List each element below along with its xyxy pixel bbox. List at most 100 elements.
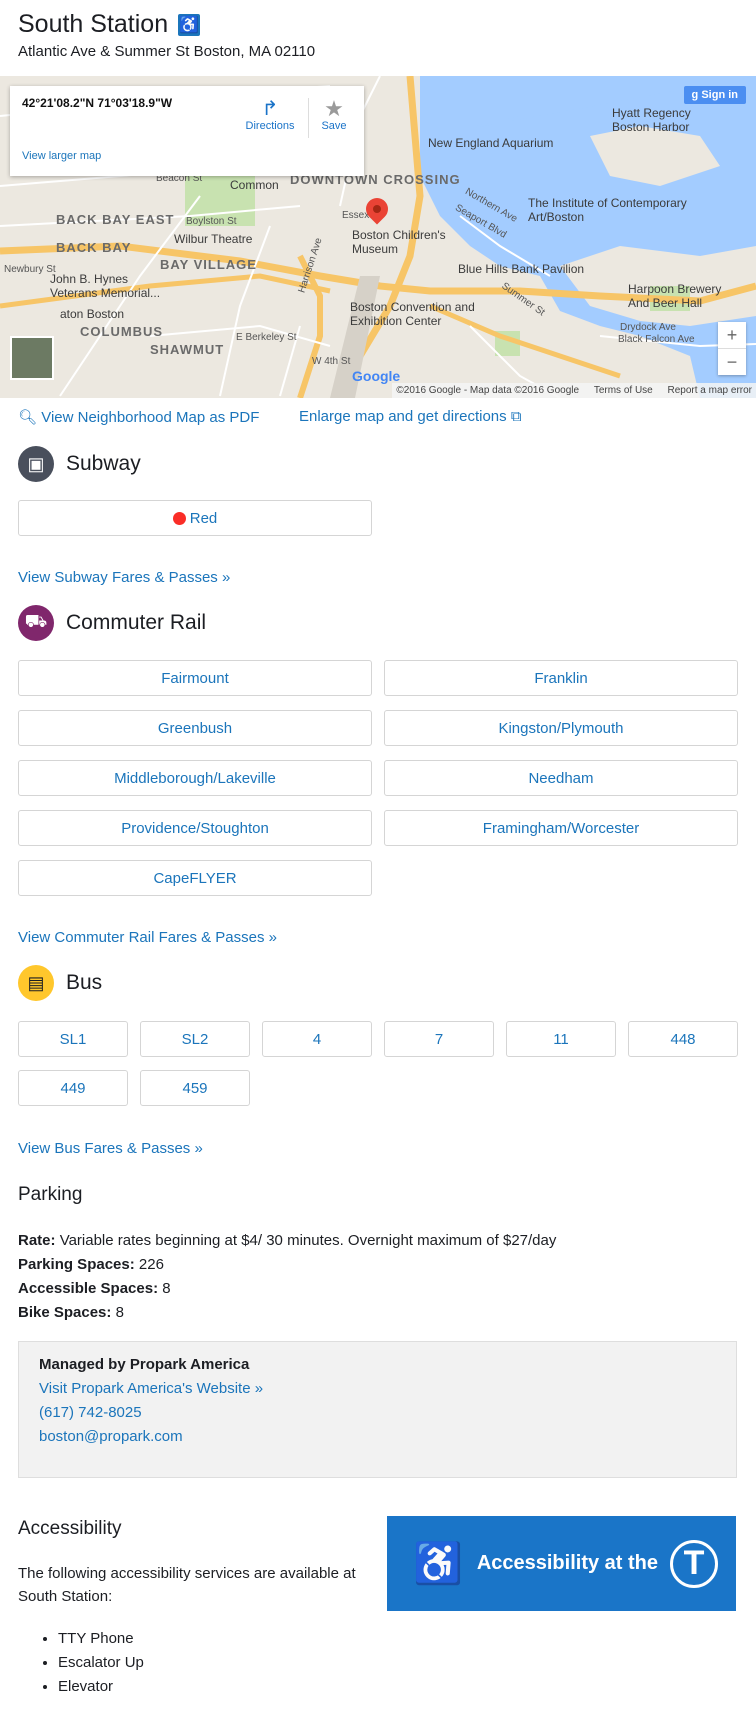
route-button-kingston-plymouth[interactable]: Kingston/Plymouth <box>384 710 738 746</box>
bus-fares-link[interactable]: View Bus Fares & Passes » <box>18 1140 203 1157</box>
commuter-rail-fares-link[interactable]: View Commuter Rail Fares & Passes » <box>18 929 277 946</box>
map-label-w4th: W 4th St <box>312 356 351 367</box>
bus-title: Bus <box>66 971 103 994</box>
parking-rate-value: Variable rates beginning at $4/ 30 minut… <box>59 1232 557 1249</box>
accessible-spaces-value: 8 <box>162 1280 171 1297</box>
map-data-text: ©2016 Google - Map data ©2016 Google <box>396 385 580 396</box>
card-divider <box>308 98 309 138</box>
parking-manager-email-link[interactable]: boston@propark.com <box>39 1428 183 1445</box>
map-label-hyatt: Hyatt Regency Boston Harbor <box>612 106 691 134</box>
parking-spaces-label: Parking Spaces: <box>18 1256 135 1273</box>
external-link-icon: ⧉ <box>510 408 522 425</box>
subway-icon: ▣ <box>18 446 54 482</box>
map-label-berkeley: E Berkeley St <box>236 332 297 343</box>
map-label-backbay: BACK BAY <box>56 240 132 255</box>
terms-of-use-link[interactable]: Terms of Use <box>594 385 653 396</box>
map-label-shawmut: SHAWMUT <box>150 342 225 357</box>
map-label-newbury: Newbury St <box>4 264 56 275</box>
route-button-7[interactable]: 7 <box>384 1021 494 1057</box>
route-button-fairmount[interactable]: Fairmount <box>18 660 372 696</box>
zoom-in-button[interactable]: + <box>718 322 746 348</box>
bike-spaces-label: Bike Spaces: <box>18 1304 112 1321</box>
subway-fares-link[interactable]: View Subway Fares & Passes » <box>18 569 230 586</box>
commuter-rail-header: ⛟ Commuter Rail <box>18 605 206 641</box>
star-icon: ★ <box>324 96 344 121</box>
google-logo: Google <box>352 368 401 384</box>
map-label-harpoon: Harpoon Brewery And Beer Hall <box>628 282 722 310</box>
report-map-error-link[interactable]: Report a map error <box>668 385 752 396</box>
route-button-middleborough-lakeville[interactable]: Middleborough/Lakeville <box>18 760 372 796</box>
parking-manager-phone-link[interactable]: (617) 742-8025 <box>39 1404 142 1421</box>
route-button-capeflyer[interactable]: CapeFLYER <box>18 860 372 896</box>
route-button-459[interactable]: 459 <box>140 1070 250 1106</box>
save-label: Save <box>321 120 347 132</box>
directions-label: Directions <box>245 120 295 132</box>
google-sign-in-button[interactable]: g Sign in <box>683 86 746 104</box>
station-map[interactable]: DOWNTOWN CROSSING BACK BAY EAST BACK BAY… <box>0 76 756 398</box>
station-header: South Station ♿ <box>18 10 201 39</box>
station-page: South Station ♿ Atlantic Ave & Summer St… <box>0 0 756 1731</box>
view-larger-map-link[interactable]: View larger map <box>22 150 101 162</box>
parking-spaces: Parking Spaces: 226 <box>18 1256 164 1273</box>
route-button-4[interactable]: 4 <box>262 1021 372 1057</box>
map-label-bluehills: Blue Hills Bank Pavilion <box>458 262 585 276</box>
commuter-rail-icon: ⛟ <box>18 605 54 641</box>
route-label: Red <box>189 509 218 527</box>
save-button[interactable]: ★ Save <box>312 96 356 132</box>
route-button-red[interactable]: Red <box>18 500 372 536</box>
route-button-11[interactable]: 11 <box>506 1021 616 1057</box>
parking-rate-label: Rate: <box>18 1232 56 1249</box>
route-button-franklin[interactable]: Franklin <box>384 660 738 696</box>
satellite-thumbnail[interactable] <box>10 336 54 380</box>
accessible-spaces: Accessible Spaces: 8 <box>18 1280 171 1297</box>
parking-title: Parking <box>18 1184 83 1205</box>
neighborhood-map-pdf-label: View Neighborhood Map as PDF <box>41 409 260 426</box>
enlarge-map-link[interactable]: Enlarge map and get directions ⧉ <box>299 408 522 425</box>
subway-header: ▣ Subway <box>18 446 141 482</box>
bike-spaces-value: 8 <box>115 1304 124 1321</box>
map-label-aton: aton Boston <box>60 307 125 321</box>
commuter-rail-title: Commuter Rail <box>66 611 207 634</box>
parking-rate: Rate: Variable rates beginning at $4/ 30… <box>18 1232 556 1249</box>
zoom-control: + − <box>718 322 746 375</box>
magnifier-icon: 🔍︎ <box>18 409 38 426</box>
route-button-needham[interactable]: Needham <box>384 760 738 796</box>
parking-manager-name: Managed by Propark America <box>39 1356 250 1373</box>
route-button-greenbush[interactable]: Greenbush <box>18 710 372 746</box>
parking-spaces-value: 226 <box>138 1256 164 1273</box>
subway-title: Subway <box>66 452 141 475</box>
route-button-448[interactable]: 448 <box>628 1021 738 1057</box>
accessible-spaces-label: Accessible Spaces: <box>18 1280 159 1297</box>
route-button-449[interactable]: 449 <box>18 1070 128 1106</box>
route-button-framingham-worcester[interactable]: Framingham/Worcester <box>384 810 738 846</box>
sign-in-label: Sign in <box>701 89 738 101</box>
station-address: Atlantic Ave & Summer St Boston, MA 0211… <box>18 43 316 60</box>
map-coordinates: 42°21'08.2"N 71°03'18.9"W <box>22 96 173 110</box>
bike-spaces: Bike Spaces: 8 <box>18 1304 124 1321</box>
neighborhood-map-pdf-link[interactable]: 🔍︎ View Neighborhood Map as PDF <box>18 409 259 426</box>
accessibility-banner[interactable]: ♿ Accessibility at the T <box>387 1516 736 1611</box>
red-line-dot-icon <box>172 511 186 525</box>
parking-manager-website-link[interactable]: Visit Propark America's Website » <box>39 1380 263 1397</box>
route-button-sl2[interactable]: SL2 <box>140 1021 250 1057</box>
wheelchair-icon: ♿ <box>413 1542 463 1586</box>
directions-button[interactable]: ↱ Directions <box>238 96 302 132</box>
map-label-backbay-east: BACK BAY EAST <box>56 212 175 227</box>
route-button-providence-stoughton[interactable]: Providence/Stoughton <box>18 810 372 846</box>
route-button-sl1[interactable]: SL1 <box>18 1021 128 1057</box>
accessibility-title: Accessibility <box>18 1518 122 1539</box>
map-label-ica: The Institute of Contemporary Art/Boston <box>528 196 687 224</box>
directions-icon: ↱ <box>261 98 279 120</box>
station-name: South Station <box>18 10 169 38</box>
map-label-aquarium: New England Aquarium <box>428 136 554 150</box>
list-item: TTY Phone <box>58 1627 144 1651</box>
map-label-columbus: COLUMBUS <box>80 324 164 339</box>
zoom-out-button[interactable]: − <box>718 349 746 375</box>
list-item: Escalator Up <box>58 1651 144 1675</box>
map-links: 🔍︎ View Neighborhood Map as PDF Enlarge … <box>18 408 522 426</box>
map-label-boylston: Boylston St <box>186 216 237 227</box>
map-label-childrens: Boston Children's Museum <box>352 228 446 256</box>
map-label-convention: Boston Convention and Exhibition Center <box>350 300 475 328</box>
map-label-hynes: John B. Hynes Veterans Memorial... <box>50 272 161 300</box>
map-attribution: ©2016 Google - Map data ©2016 Google Ter… <box>392 383 756 398</box>
